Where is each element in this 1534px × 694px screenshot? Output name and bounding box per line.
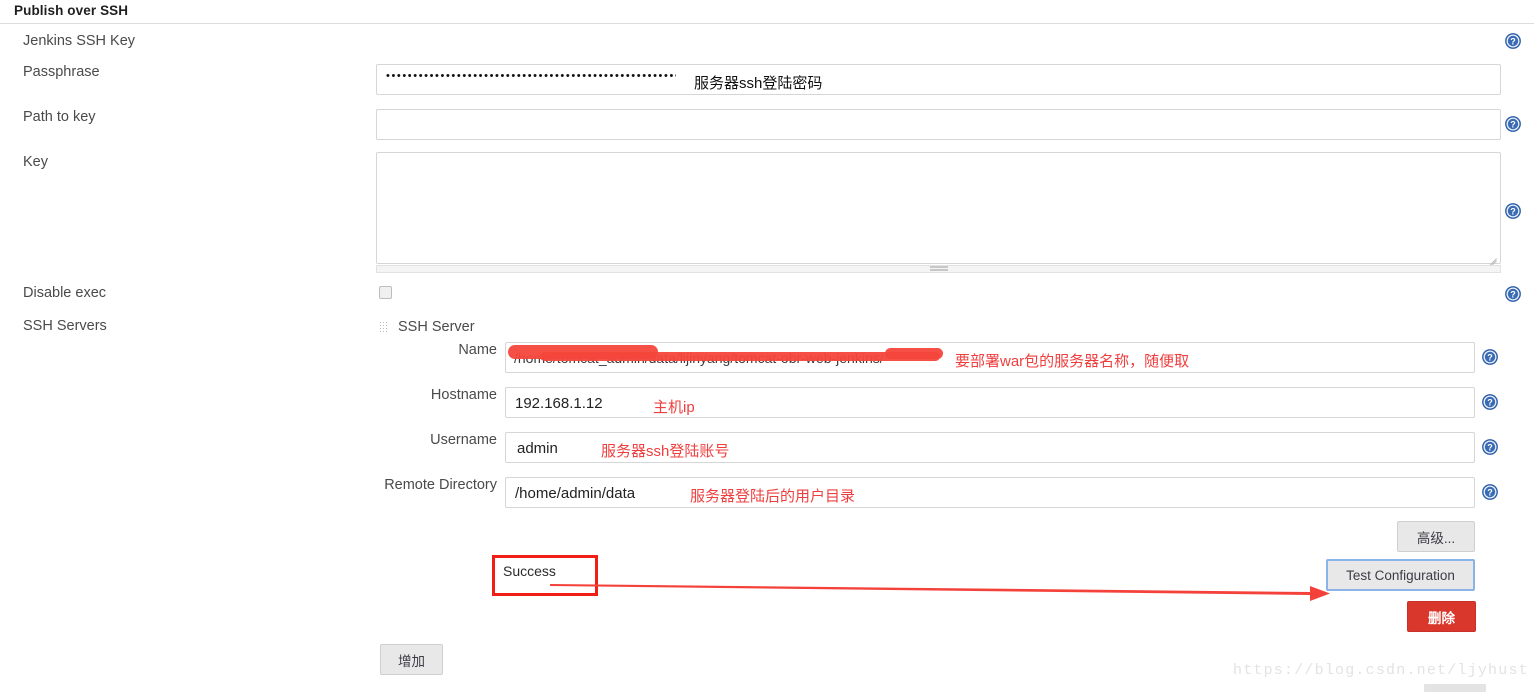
help-circle-icon[interactable]: ? <box>1505 203 1521 219</box>
label-jenkins-ssh-key: Jenkins SSH Key <box>23 33 135 49</box>
drag-grip-icon <box>930 267 948 272</box>
label-remote-directory: Remote Directory <box>380 477 497 493</box>
help-circle-icon[interactable]: ? <box>1482 394 1498 410</box>
label-server-name: Name <box>390 342 497 358</box>
annotation-passphrase: 服务器ssh登陆密码 <box>694 72 822 93</box>
annotation-hostname: 主机ip <box>653 396 695 417</box>
remote-directory-value: /home/admin/data <box>515 485 635 502</box>
annotation-remote-directory: 服务器登陆后的用户目录 <box>690 485 855 506</box>
svg-text:?: ? <box>1487 353 1493 363</box>
svg-text:?: ? <box>1510 37 1516 47</box>
label-hostname: Hostname <box>390 387 497 403</box>
hostname-input[interactable] <box>505 387 1475 418</box>
help-circle-icon[interactable]: ? <box>1482 439 1498 455</box>
username-value: admin <box>517 440 558 457</box>
label-username: Username <box>390 432 497 448</box>
redaction-mark <box>540 352 940 361</box>
page-title: Publish over SSH <box>14 3 128 18</box>
ssh-server-group-label: SSH Server <box>398 319 475 335</box>
key-textarea[interactable] <box>376 152 1501 264</box>
label-disable-exec: Disable exec <box>23 285 106 301</box>
svg-text:?: ? <box>1487 443 1493 453</box>
svg-text:?: ? <box>1487 398 1493 408</box>
advanced-button[interactable]: 高级... <box>1397 521 1475 552</box>
add-button[interactable]: 增加 <box>380 644 443 675</box>
delete-button[interactable]: 删除 <box>1407 601 1476 632</box>
watermark-url: https://blog.csdn.net/ljyhust <box>1233 662 1529 679</box>
annotation-server-name: 要部署war包的服务器名称，随便取 <box>955 350 1189 371</box>
ssh-server-drag-grip-icon[interactable] <box>379 321 388 334</box>
label-key: Key <box>23 154 48 170</box>
help-circle-icon[interactable]: ? <box>1505 116 1521 132</box>
hostname-value: 192.168.1.12 <box>515 395 603 412</box>
label-path-to-key: Path to key <box>23 109 96 125</box>
textarea-resize-handle[interactable] <box>1486 250 1498 262</box>
svg-text:?: ? <box>1487 488 1493 498</box>
disable-exec-checkbox[interactable] <box>379 286 392 299</box>
annotation-arrow <box>540 560 1340 605</box>
svg-text:?: ? <box>1510 290 1516 300</box>
help-circle-icon[interactable]: ? <box>1505 286 1521 302</box>
remote-directory-input[interactable] <box>505 477 1475 508</box>
path-to-key-input[interactable] <box>376 109 1501 140</box>
label-passphrase: Passphrase <box>23 64 100 80</box>
textarea-drag-bar[interactable] <box>376 265 1501 273</box>
horizontal-scrollbar-thumb[interactable] <box>1424 684 1486 692</box>
test-configuration-button[interactable]: Test Configuration <box>1326 559 1475 591</box>
help-circle-icon[interactable]: ? <box>1482 349 1498 365</box>
svg-text:?: ? <box>1510 207 1516 217</box>
svg-text:?: ? <box>1510 120 1516 130</box>
redaction-mark <box>885 348 943 359</box>
help-circle-icon[interactable]: ? <box>1505 33 1521 49</box>
passphrase-value: ••••••••••••••••••••••••••••••••••••••••… <box>386 70 676 82</box>
label-ssh-servers: SSH Servers <box>23 318 107 334</box>
annotation-username: 服务器ssh登陆账号 <box>601 440 729 461</box>
section-header: Publish over SSH <box>0 0 1534 24</box>
help-circle-icon[interactable]: ? <box>1482 484 1498 500</box>
